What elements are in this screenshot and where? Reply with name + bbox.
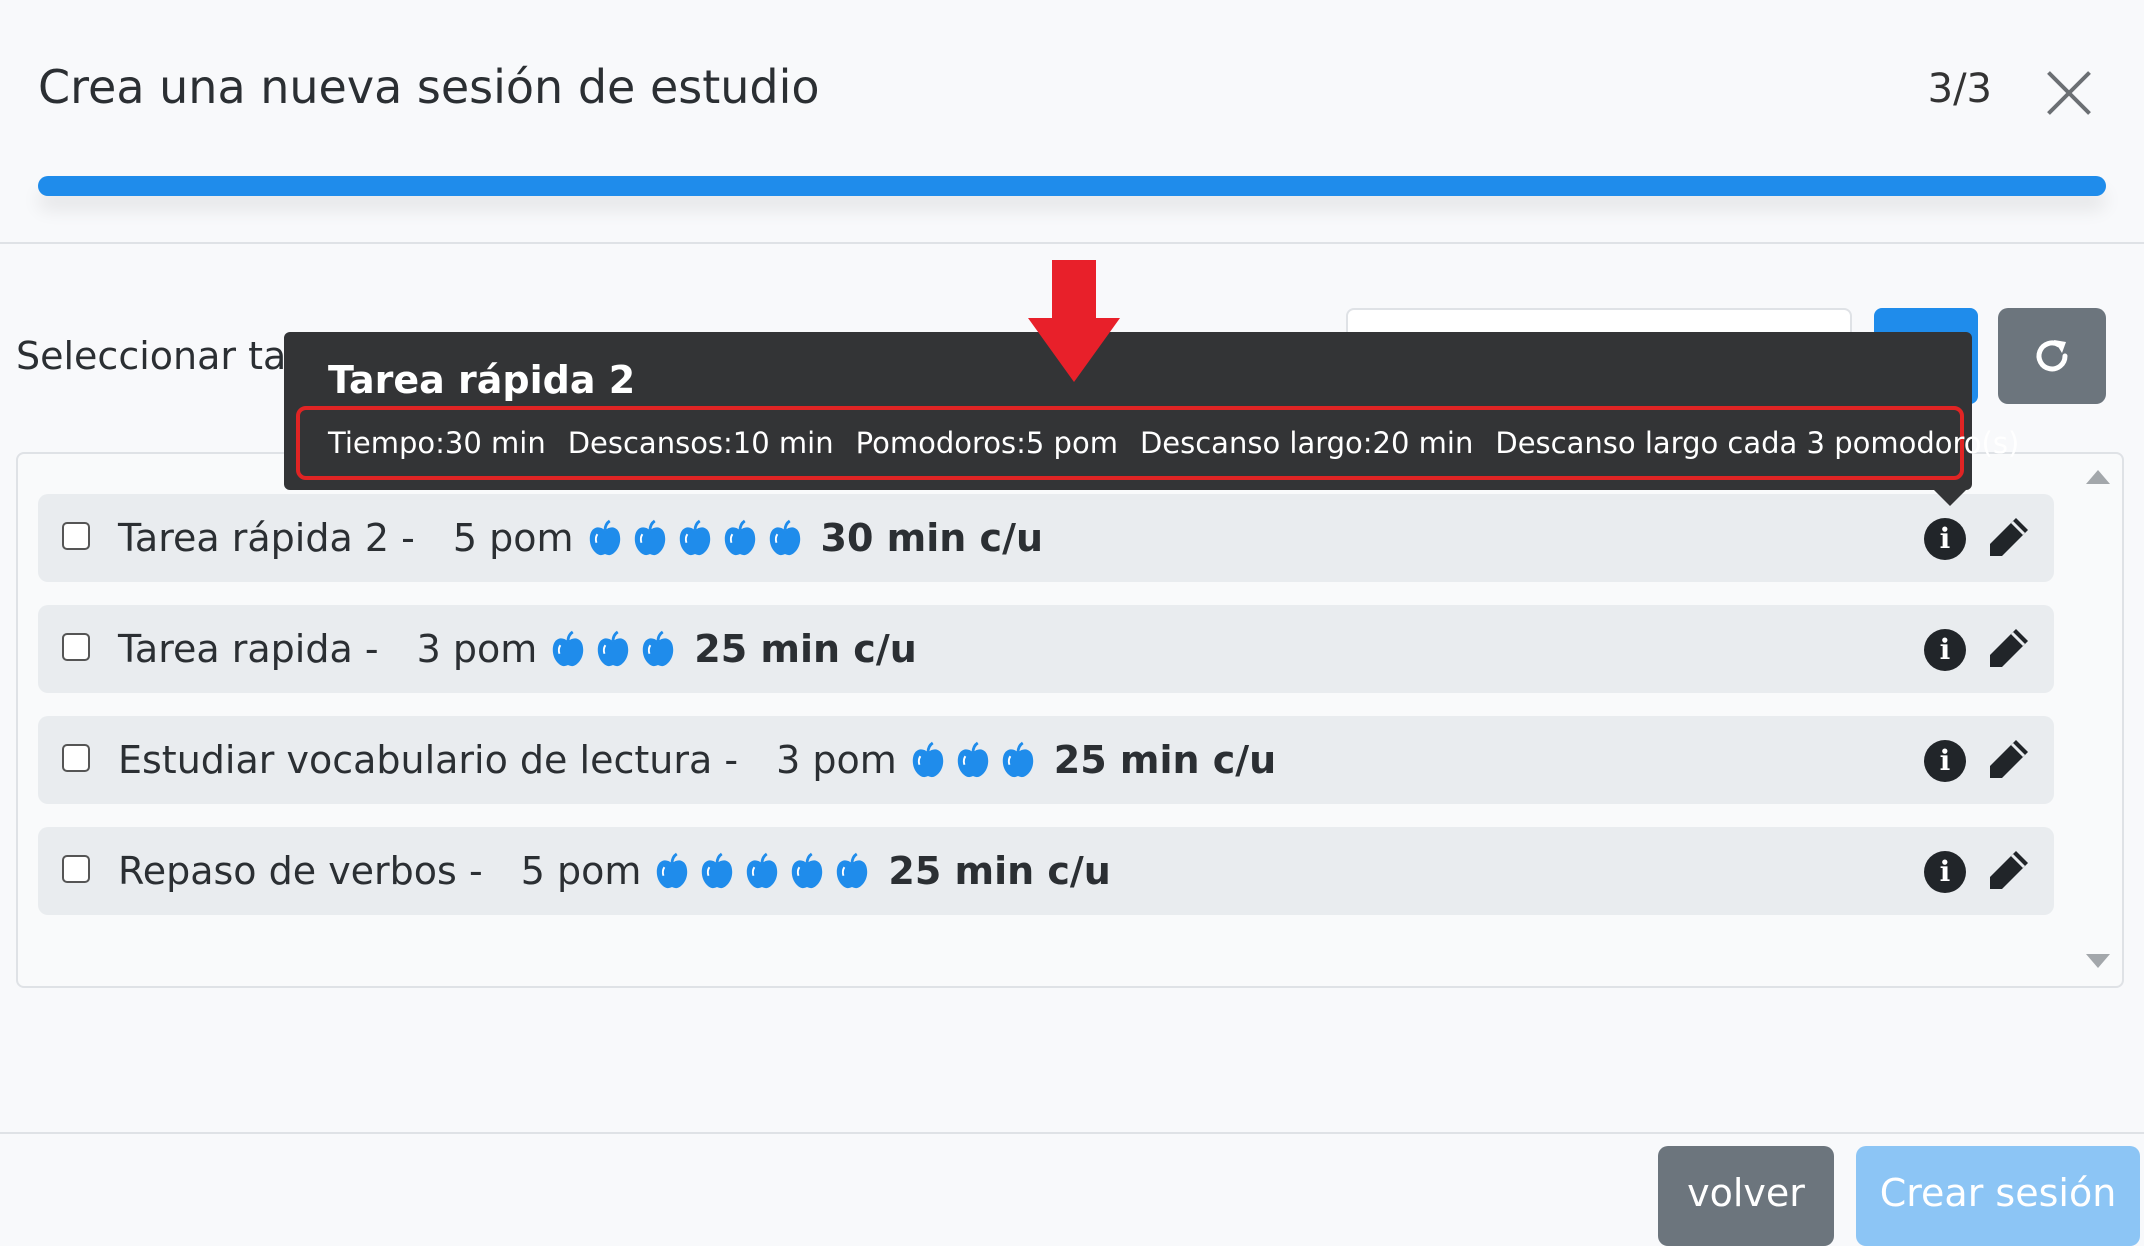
- tooltip-pomodoros: Pomodoros:5 pom: [855, 426, 1118, 460]
- modal-header: Crea una nueva sesión de estudio 3/3: [0, 0, 2144, 244]
- task-row[interactable]: Repaso de verbos - 5 pom 25 min c/u i: [38, 827, 2054, 915]
- task-separator: -: [712, 738, 751, 782]
- task-name: Repaso de verbos: [118, 849, 457, 893]
- tooltip-details-highlight: Tiempo:30 min Descansos:10 min Pomodoros…: [296, 406, 2019, 480]
- pomodoro-apple-icon: [743, 852, 781, 890]
- pomodoro-apple-icon: [586, 519, 624, 557]
- progress-fill: [38, 176, 2106, 196]
- task-pomodoros: 3 pom: [416, 627, 538, 671]
- tooltip-tiempo: Tiempo:30 min: [328, 426, 546, 460]
- task-separator: -: [389, 516, 427, 560]
- pomodoro-apple-icon: [954, 741, 992, 779]
- step-indicator: 3/3: [1927, 66, 1992, 112]
- pomodoro-apple-icon: [833, 852, 871, 890]
- task-pomodoros: 5 pom: [452, 516, 574, 560]
- create-session-button[interactable]: Crear sesión: [1856, 1146, 2140, 1246]
- task-separator: -: [456, 849, 495, 893]
- red-arrow-annotation: [1028, 260, 1120, 382]
- tooltip-descansos: Descansos:10 min: [567, 426, 834, 460]
- progress-bar: [38, 176, 2106, 196]
- back-button[interactable]: volver: [1658, 1146, 1834, 1246]
- task-name: Tarea rapida: [118, 627, 353, 671]
- task-name: Estudiar vocabulario de lectura: [118, 738, 713, 782]
- pencil-icon[interactable]: [1986, 625, 2032, 671]
- close-icon[interactable]: [2046, 70, 2092, 116]
- pomodoro-apple-icon: [631, 519, 669, 557]
- refresh-button[interactable]: [1998, 308, 2106, 404]
- scroll-up-icon[interactable]: [2086, 470, 2110, 484]
- task-duration: 30 min c/u: [820, 516, 1044, 560]
- pencil-icon[interactable]: [1986, 514, 2032, 560]
- info-icon[interactable]: i: [1924, 629, 1966, 671]
- task-row[interactable]: Tarea rapida - 3 pom 25 min c/u i: [38, 605, 2054, 693]
- tooltip-title: Tarea rápida 2: [328, 358, 636, 402]
- info-icon[interactable]: i: [1924, 851, 1966, 893]
- info-icon[interactable]: i: [1924, 740, 1966, 782]
- pomodoro-apple-icon: [909, 741, 947, 779]
- pencil-icon[interactable]: [1986, 847, 2032, 893]
- modal-title: Crea una nueva sesión de estudio: [38, 60, 820, 114]
- pomodoro-apple-icon: [549, 630, 587, 668]
- task-duration: 25 min c/u: [1053, 738, 1277, 782]
- task-checkbox[interactable]: [62, 633, 90, 661]
- pencil-icon[interactable]: [1986, 736, 2032, 782]
- task-checkbox[interactable]: [62, 744, 90, 772]
- task-row[interactable]: Estudiar vocabulario de lectura - 3 pom 2…: [38, 716, 2054, 804]
- pomodoro-apple-icon: [788, 852, 826, 890]
- pomodoro-apple-icon: [639, 630, 677, 668]
- task-info-tooltip: Tarea rápida 2 Tiempo:30 min Descansos:1…: [284, 332, 2019, 506]
- footer-divider: [0, 1132, 2144, 1134]
- pomodoro-apple-icon: [676, 519, 714, 557]
- task-name: Tarea rápida 2: [118, 516, 389, 560]
- task-duration: 25 min c/u: [694, 627, 917, 671]
- pomodoro-apple-icon: [766, 519, 804, 557]
- scroll-down-icon[interactable]: [2086, 954, 2110, 968]
- task-row[interactable]: Tarea rápida 2 - 5 pom 30 min c/u i: [38, 494, 2054, 582]
- task-checkbox[interactable]: [62, 522, 90, 550]
- pomodoro-apple-icon: [594, 630, 632, 668]
- pomodoro-apple-icon: [999, 741, 1037, 779]
- refresh-icon: [2036, 340, 2068, 372]
- task-pomodoros: 5 pom: [520, 849, 642, 893]
- pomodoro-apple-icon: [653, 852, 691, 890]
- task-checkbox[interactable]: [62, 855, 90, 883]
- tooltip-descanso-largo-cada: Descanso largo cada 3 pomodoro(s): [1495, 426, 2020, 460]
- task-separator: -: [352, 627, 391, 671]
- tooltip-descanso-largo: Descanso largo:20 min: [1139, 426, 1474, 460]
- pomodoro-apple-icon: [698, 852, 736, 890]
- task-pomodoros: 3 pom: [776, 738, 897, 782]
- info-icon[interactable]: i: [1924, 518, 1966, 560]
- pomodoro-apple-icon: [721, 519, 759, 557]
- task-duration: 25 min c/u: [888, 849, 1111, 893]
